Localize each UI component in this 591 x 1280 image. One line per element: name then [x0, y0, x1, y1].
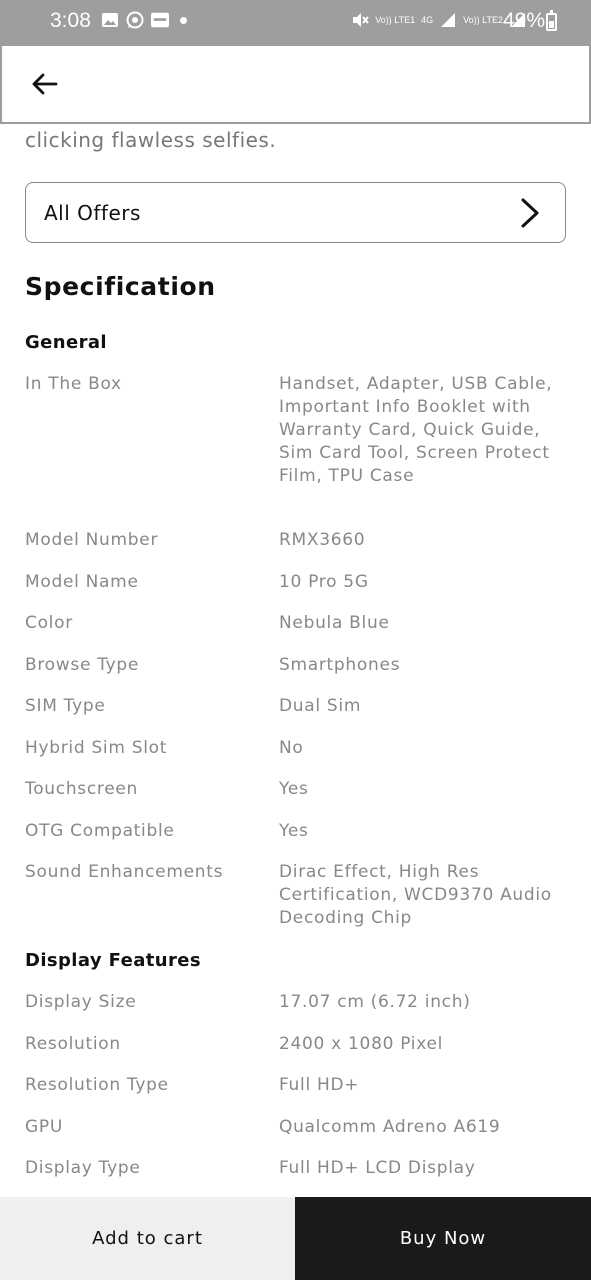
bottom-action-bar: Add to cart Buy Now: [0, 1197, 591, 1280]
net-label-lte2: Vo)) LTE2: [463, 14, 503, 25]
spec-value: Dual Sim: [279, 696, 362, 716]
spec-label: Touchscreen: [25, 779, 139, 799]
spec-value: 2400 x 1080 Pixel: [279, 1034, 444, 1054]
spec-value: Full HD+ LCD Display: [279, 1158, 476, 1178]
spec-value: Full HD+: [279, 1075, 360, 1095]
spec-label: Resolution Type: [25, 1075, 169, 1095]
spec-value: 17.07 cm (6.72 inch): [279, 992, 471, 1012]
status-time: 3:08: [50, 9, 91, 32]
spec-value: Handset, Adapter, USB Cable, Important I…: [279, 374, 553, 486]
status-battery: 49%: [502, 9, 545, 32]
spec-value: 10 Pro 5G: [279, 572, 369, 592]
spec-value: Yes: [279, 821, 309, 841]
spec-value: Yes: [279, 779, 309, 799]
description-text: clicking flawless selfies.: [25, 128, 277, 152]
gallery-icon: [102, 13, 118, 27]
spec-label: Color: [25, 613, 73, 633]
net-label-4g: 4G: [421, 14, 434, 25]
spec-value: No: [279, 738, 304, 758]
whatsapp-icon: [126, 11, 144, 29]
spec-value: Qualcomm Adreno A619: [279, 1117, 501, 1137]
spec-label: SIM Type: [25, 696, 106, 716]
spec-value: Dirac Effect, High Res Certification, WC…: [279, 862, 552, 928]
spec-label: Model Number: [25, 530, 159, 550]
all-offers-label: All Offers: [44, 201, 141, 225]
spec-value: RMX3660: [279, 530, 366, 550]
spec-section-title: General: [25, 332, 107, 353]
back-arrow-icon[interactable]: [28, 68, 60, 100]
chevron-right-icon: [521, 198, 539, 228]
battery-icon: [546, 10, 557, 31]
add-to-cart-button[interactable]: Add to cart: [0, 1197, 295, 1280]
spec-label: Sound Enhancements: [25, 862, 224, 882]
spec-label: Resolution: [25, 1034, 121, 1054]
signal-icon: [441, 13, 456, 27]
spec-label: GPU: [25, 1117, 63, 1137]
buy-now-button[interactable]: Buy Now: [295, 1197, 591, 1280]
status-icons-right: Vo)) LTE1 4G Vo)) LTE2: [351, 11, 527, 29]
spec-label: Model Name: [25, 572, 139, 592]
spec-label: Hybrid Sim Slot: [25, 738, 168, 758]
spec-label: Browse Type: [25, 655, 140, 675]
status-icons-left: [101, 11, 187, 29]
spec-label: In The Box: [25, 374, 122, 394]
spec-label: OTG Compatible: [25, 821, 175, 841]
mute-icon: [353, 13, 370, 27]
spec-label: Display Size: [25, 992, 137, 1012]
app-bar: [0, 46, 591, 124]
net-label-lte1: Vo)) LTE1: [375, 14, 416, 25]
specification-title: Specification: [25, 272, 216, 301]
spec-label: Display Type: [25, 1158, 141, 1178]
spec-section-title: Display Features: [25, 950, 202, 971]
spec-value: Nebula Blue: [279, 613, 390, 633]
product-content[interactable]: clicking flawless selfies. All Offers Sp…: [0, 124, 591, 1197]
paytm-icon: [151, 12, 169, 28]
status-bar: 3:08 Vo)) LTE1 4G Vo)) LTE2 49%: [0, 0, 591, 46]
spec-value: Smartphones: [279, 655, 401, 675]
all-offers-button[interactable]: All Offers: [25, 182, 566, 243]
notification-dot-icon: [180, 16, 187, 24]
